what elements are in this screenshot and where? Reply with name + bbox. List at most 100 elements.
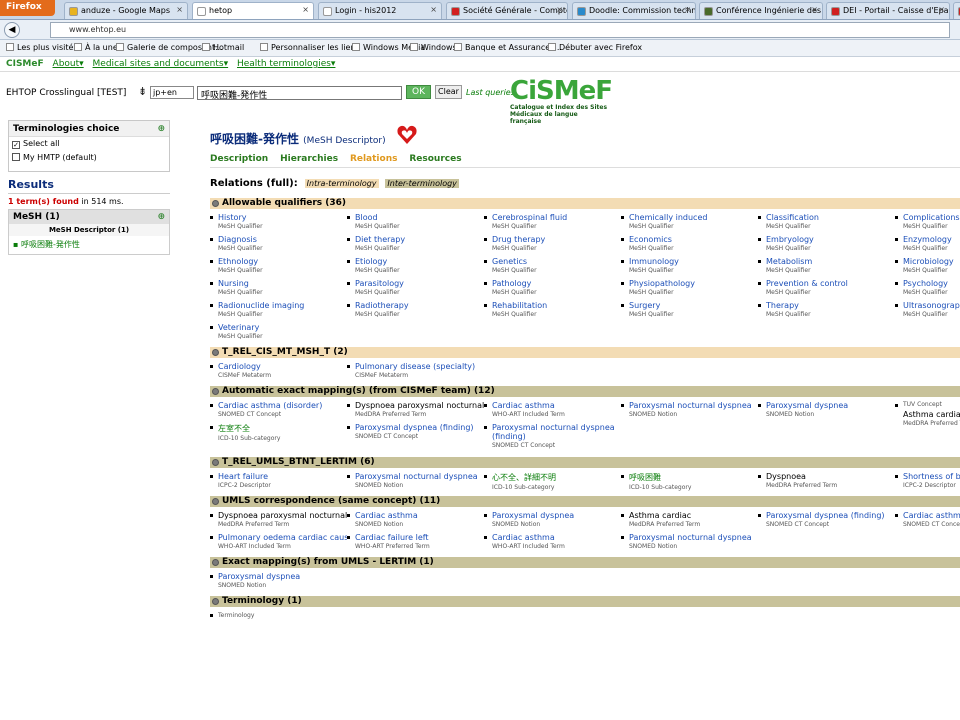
bookmark-item[interactable]: Débuter avec Firefox: [548, 43, 642, 52]
relation-item-name[interactable]: Cardiac asthma: [355, 511, 484, 520]
section-toggle-icon[interactable]: [212, 388, 219, 395]
relation-item-name[interactable]: Psychology: [903, 279, 960, 288]
relation-item-name[interactable]: Asthma cardiac: [903, 410, 960, 419]
select-all-row[interactable]: ✓ Select all: [9, 137, 169, 151]
relation-item[interactable]: 左室不全 ICD-10 Sub-category: [210, 423, 347, 442]
relation-item-name[interactable]: Classification: [766, 213, 895, 222]
browser-tab[interactable]: DEI - Portail - Caisse d'Eparg...×: [826, 2, 950, 19]
relation-item[interactable]: Chemically induced MeSH Qualifier: [621, 213, 758, 230]
relation-item[interactable]: Paroxysmal dyspnea SNOMED Notion: [484, 511, 621, 528]
relation-item-name[interactable]: Surgery: [629, 301, 758, 310]
relation-item[interactable]: Cardiac failure left WHO-ART Preferred Te…: [347, 533, 484, 550]
tab-close-icon[interactable]: ×: [811, 5, 818, 14]
relation-item-name[interactable]: Cardiac failure left: [355, 533, 484, 542]
relation-item[interactable]: Therapy MeSH Qualifier: [758, 301, 895, 318]
ok-button[interactable]: OK: [406, 85, 431, 99]
inter-terminology-chip[interactable]: Inter-terminology: [385, 179, 459, 188]
add-icon[interactable]: ⊕: [157, 212, 165, 222]
tab-close-icon[interactable]: ×: [176, 5, 183, 14]
bookmark-item[interactable]: Windows: [410, 43, 457, 52]
my-hmtp-row[interactable]: My HMTP (default): [9, 151, 169, 164]
relation-item[interactable]: Radionuclide imaging MeSH Qualifier: [210, 301, 347, 318]
relation-item[interactable]: Cerebrospinal fluid MeSH Qualifier: [484, 213, 621, 230]
section-header[interactable]: Exact mapping(s) from UMLS - LERTIM (1): [210, 557, 960, 568]
relation-item-name[interactable]: Immunology: [629, 257, 758, 266]
url-input[interactable]: www.ehtop.eu: [50, 22, 950, 38]
relation-item[interactable]: Shortness of breathICPC-2 Descriptor: [895, 472, 960, 489]
clear-button[interactable]: Clear: [435, 85, 462, 99]
relation-item-name[interactable]: Shortness of breath: [903, 472, 960, 481]
section-header[interactable]: T_REL_UMLS_BTNT_LERTIM (6): [210, 457, 960, 468]
relation-item-name[interactable]: Cardiac asthma: [492, 401, 621, 410]
relation-item[interactable]: Veterinary MeSH Qualifier: [210, 323, 347, 340]
relation-item[interactable]: Microbiology MeSH Qualifier: [895, 257, 960, 274]
browser-tab[interactable]: anduze - Google Maps ×: [64, 2, 188, 19]
bookmark-item[interactable]: Banque et Assurances...: [454, 43, 562, 52]
section-toggle-icon[interactable]: [212, 498, 219, 505]
relation-item[interactable]: 呼吸困難 ICD-10 Sub-category: [621, 472, 758, 491]
relation-item[interactable]: UltrasonographyMeSH Qualifier: [895, 301, 960, 318]
relation-item-name[interactable]: Pulmonary disease (specialty): [355, 362, 484, 371]
relation-item-name[interactable]: Cardiac asthma: [492, 533, 621, 542]
relation-item[interactable]: Rehabilitation MeSH Qualifier: [484, 301, 621, 318]
relation-item[interactable]: Embryology MeSH Qualifier: [758, 235, 895, 252]
section-toggle-icon[interactable]: [212, 200, 219, 207]
relation-item-name[interactable]: Paroxysmal nocturnal dyspnea: [355, 472, 484, 481]
browser-tab[interactable]: Conférence Ingénierie des C...×: [699, 2, 823, 19]
relation-item[interactable]: Paroxysmal dyspnea (finding) SNOMED CT Co…: [347, 423, 484, 440]
relation-item[interactable]: Asthma cardiac MedDRA Preferred Term: [621, 511, 758, 528]
tab-close-icon[interactable]: ×: [684, 5, 691, 14]
relation-item-name[interactable]: Radiotherapy: [355, 301, 484, 310]
bookmark-item[interactable]: Personnaliser les liens: [260, 43, 360, 52]
relation-item-name[interactable]: Metabolism: [766, 257, 895, 266]
relation-item[interactable]: Classification MeSH Qualifier: [758, 213, 895, 230]
relation-item[interactable]: Paroxysmal nocturnal dyspnea SNOMED Notio…: [621, 533, 758, 550]
relation-item[interactable]: Pulmonary oedema cardiac cause WHO-ART In…: [210, 533, 347, 550]
relation-item[interactable]: Heart failure ICPC-2 Descriptor: [210, 472, 347, 489]
relation-item-name[interactable]: Veterinary: [218, 323, 347, 332]
relation-item[interactable]: Pulmonary disease (specialty) CISMeF Meta…: [347, 362, 484, 379]
relation-item[interactable]: Cardiology CISMeF Metaterm: [210, 362, 347, 379]
section-header[interactable]: T_REL_CIS_MT_MSH_T (2): [210, 347, 960, 358]
relation-item-name[interactable]: Cardiac asthma: [903, 511, 960, 520]
relation-item-name[interactable]: 心不全、詳細不明: [492, 472, 621, 483]
relation-item-name[interactable]: Rehabilitation: [492, 301, 621, 310]
relation-item[interactable]: Cardiac asthma (disorder) SNOMED CT Conce…: [210, 401, 347, 418]
relation-item[interactable]: Cardiac asthma WHO-ART Included Term: [484, 401, 621, 418]
relation-item[interactable]: Blood MeSH Qualifier: [347, 213, 484, 230]
relation-item-name[interactable]: Paroxysmal dyspnea (finding): [355, 423, 484, 432]
relation-item-name[interactable]: Blood: [355, 213, 484, 222]
heart-icon[interactable]: [396, 124, 418, 146]
relation-item-name[interactable]: Cerebrospinal fluid: [492, 213, 621, 222]
relation-item-name[interactable]: Microbiology: [903, 257, 960, 266]
relation-item-name[interactable]: Pulmonary oedema cardiac cause: [218, 533, 347, 542]
relation-item-name[interactable]: Economics: [629, 235, 758, 244]
relation-item-name[interactable]: Parasitology: [355, 279, 484, 288]
section-header[interactable]: UMLS correspondence (same concept) (11): [210, 496, 960, 507]
relation-item[interactable]: Nursing MeSH Qualifier: [210, 279, 347, 296]
relation-item-name[interactable]: Physiopathology: [629, 279, 758, 288]
tab-close-icon[interactable]: ×: [938, 5, 945, 14]
relation-item[interactable]: Dyspnoea paroxysmal nocturnal MedDRA Pref…: [347, 401, 484, 418]
section-header[interactable]: Automatic exact mapping(s) (from CISMeF …: [210, 386, 960, 397]
relation-item[interactable]: Cardiac asthma WHO-ART Included Term: [484, 533, 621, 550]
relation-item[interactable]: Paroxysmal nocturnal dyspnea SNOMED Notio…: [347, 472, 484, 489]
browser-tab[interactable]: Doodle: Commission techno ×: [572, 2, 696, 19]
relation-item-name[interactable]: Embryology: [766, 235, 895, 244]
menu-health-terminologies[interactable]: Health terminologies▾: [237, 59, 335, 69]
relation-item[interactable]: Immunology MeSH Qualifier: [621, 257, 758, 274]
relation-item[interactable]: Cardiac asthma SNOMED CT Concept: [895, 511, 960, 528]
intra-terminology-chip[interactable]: Intra-terminology: [304, 179, 379, 188]
back-arrow-icon[interactable]: ◀: [4, 22, 20, 38]
relation-item-name[interactable]: Asthma cardiac: [629, 511, 758, 520]
relation-item[interactable]: Physiopathology MeSH Qualifier: [621, 279, 758, 296]
relation-item[interactable]: Dyspnoea MedDRA Preferred Term: [758, 472, 895, 489]
relation-item[interactable]: Complications MeSH Qualifier: [895, 213, 960, 230]
relation-item[interactable]: Radiotherapy MeSH Qualifier: [347, 301, 484, 318]
menu-medical-sites[interactable]: Medical sites and documents▾: [93, 59, 229, 69]
relation-item[interactable]: TUV Concept Asthma cardiac MedDRA Preferre…: [895, 401, 960, 427]
my-hmtp-checkbox[interactable]: [12, 153, 20, 161]
add-icon[interactable]: ⊕: [157, 124, 165, 134]
relation-item-name[interactable]: Dyspnoea paroxysmal nocturnal: [218, 511, 347, 520]
relation-item-name[interactable]: Paroxysmal nocturnal dyspnea (finding): [492, 423, 620, 441]
